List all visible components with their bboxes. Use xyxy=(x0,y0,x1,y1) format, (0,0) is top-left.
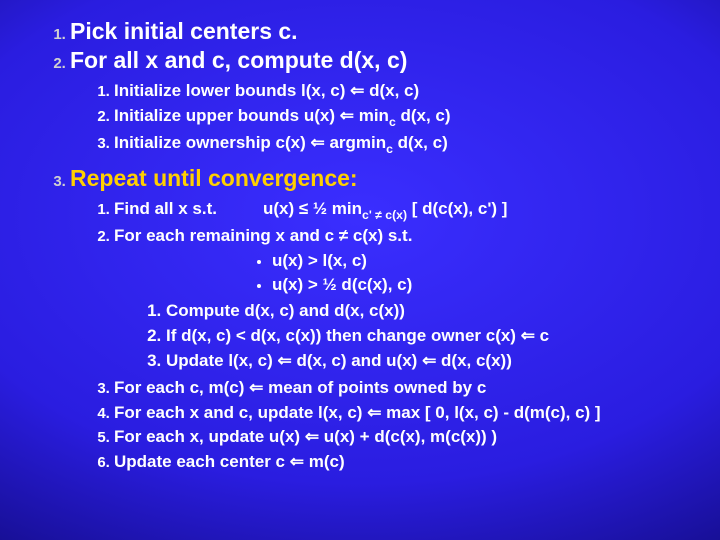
sub-3-3: For each c, m(c) ⇐ mean of points owned … xyxy=(114,377,694,400)
sub-3-6: Update each center c ⇐ m(c) xyxy=(114,451,694,474)
item-1-text: Pick initial centers c. xyxy=(70,18,298,44)
subsub-2: If d(x, c) < d(x, c(x)) then change owne… xyxy=(166,325,694,348)
item-2: For all x and c, compute d(x, c) Initial… xyxy=(70,47,694,157)
sub-3-5: For each x, update u(x) ⇐ u(x) + d(c(x),… xyxy=(114,426,694,449)
sub-3-2-bullets: u(x) > l(x, c) u(x) > ½ d(c(x), c) xyxy=(114,250,694,296)
subsub-1: Compute d(x, c) and d(x, c(x)) xyxy=(166,300,694,323)
sub-3-1-a: Find all x s.t. xyxy=(114,199,217,218)
sub-3-2-subsub: Compute d(x, c) and d(x, c(x)) If d(x, c… xyxy=(114,300,694,373)
item-2-text: For all x and c, compute d(x, c) xyxy=(70,47,407,73)
item-2-sublist: Initialize lower bounds l(x, c) ⇐ d(x, c… xyxy=(70,80,694,157)
item-1: Pick initial centers c. xyxy=(70,18,694,45)
item-3-text: Repeat until convergence: xyxy=(70,165,358,191)
bullet-2: u(x) > ½ d(c(x), c) xyxy=(272,274,694,296)
item-3: Repeat until convergence: Find all x s.t… xyxy=(70,165,694,475)
sub-2-2: Initialize upper bounds u(x) ⇐ minc d(x,… xyxy=(114,105,694,130)
item-3-sublist: Find all x s.t.u(x) ≤ ½ minc' ≠ c(x) [ d… xyxy=(70,198,694,475)
sub-3-4: For each x and c, update l(x, c) ⇐ max [… xyxy=(114,402,694,425)
sub-3-2: For each remaining x and c ≠ c(x) s.t. u… xyxy=(114,225,694,373)
bullet-1: u(x) > l(x, c) xyxy=(272,250,694,272)
sub-3-1: Find all x s.t.u(x) ≤ ½ minc' ≠ c(x) [ d… xyxy=(114,198,694,223)
top-list: Pick initial centers c. For all x and c,… xyxy=(26,18,694,474)
slide-body: Pick initial centers c. For all x and c,… xyxy=(0,0,720,474)
subsub-3: Update l(x, c) ⇐ d(x, c) and u(x) ⇐ d(x,… xyxy=(166,350,694,373)
sub-2-1: Initialize lower bounds l(x, c) ⇐ d(x, c… xyxy=(114,80,694,103)
sub-2-3: Initialize ownership c(x) ⇐ argminc d(x,… xyxy=(114,132,694,157)
